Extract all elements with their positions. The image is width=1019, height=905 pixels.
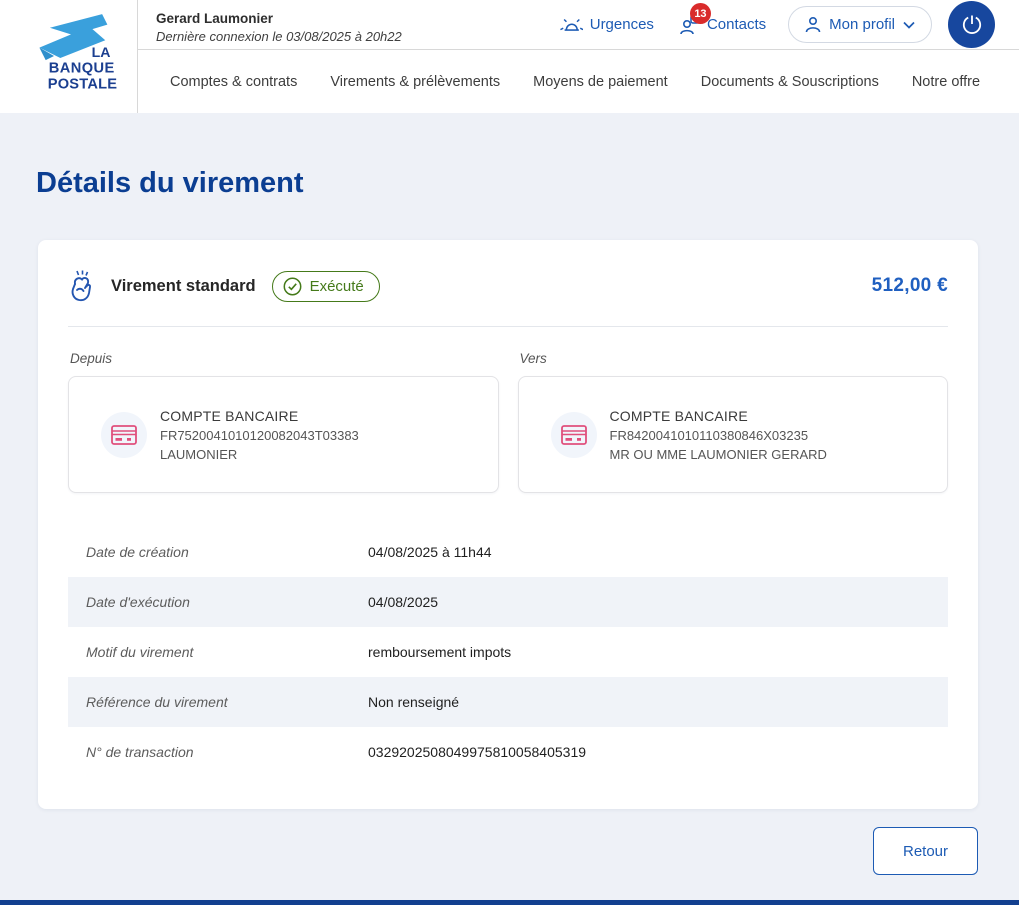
header-top-bar: Gerard Laumonier Dernière connexion le 0… <box>138 0 1019 50</box>
person-icon <box>805 16 821 33</box>
urgences-link[interactable]: Urgences <box>560 15 654 35</box>
logo-text-banque: BANQUE <box>48 60 114 76</box>
detail-row: Date d'exécution04/08/2025 <box>68 577 948 627</box>
actions-row: Retour <box>873 827 978 875</box>
la-banque-postale-logo: LA BANQUE POSTALE <box>35 11 117 103</box>
back-button[interactable]: Retour <box>873 827 978 875</box>
account-iban: FR7520041010120082043T03383 <box>160 428 359 443</box>
detail-value: remboursement impots <box>368 644 511 660</box>
power-icon <box>960 13 984 37</box>
account-holder: MR OU MME LAUMONIER GERARD <box>610 447 827 462</box>
nav-item-notre-offre[interactable]: Notre offre <box>912 74 980 90</box>
nav-item-documents-souscriptions[interactable]: Documents & Souscriptions <box>701 74 879 90</box>
check-circle-icon <box>283 277 302 296</box>
logout-power-button[interactable] <box>948 1 995 48</box>
nav-item-virements-pr-l-vements[interactable]: Virements & prélèvements <box>330 74 500 90</box>
snap-fingers-icon <box>68 270 98 302</box>
transfer-details-card: Virement standard Exécuté 512,00 € Depui… <box>38 240 978 809</box>
from-account-text: COMPTE BANCAIRE FR7520041010120082043T03… <box>160 408 359 462</box>
detail-label: Motif du virement <box>86 644 368 660</box>
details-table: Date de création04/08/2025 à 11h44Date d… <box>68 527 948 809</box>
main-nav: Comptes & contrats Virements & prélèvemen… <box>138 50 1019 113</box>
to-section-label: Vers <box>520 351 949 366</box>
detail-row: Référence du virementNon renseigné <box>68 677 948 727</box>
profile-button[interactable]: Mon profil <box>788 6 932 43</box>
detail-row: Date de création04/08/2025 à 11h44 <box>68 527 948 577</box>
chevron-down-icon <box>903 21 915 29</box>
status-label: Exécuté <box>310 278 364 295</box>
header-actions: Urgences 13 Contacts Mo <box>560 1 995 48</box>
detail-label: Date d'exécution <box>86 594 368 610</box>
transfer-type-label: Virement standard <box>111 277 256 296</box>
header: LA BANQUE POSTALE Gerard Laumonier Derni… <box>0 0 1019 113</box>
detail-value: 04/08/2025 <box>368 594 438 610</box>
footer-strip <box>0 900 1019 905</box>
page-title: Détails du virement <box>36 167 1019 200</box>
logo-container[interactable]: LA BANQUE POSTALE <box>0 0 138 113</box>
detail-value: Non renseigné <box>368 694 459 710</box>
to-account-card: COMPTE BANCAIRE FR8420041010110380846X03… <box>518 376 949 493</box>
detail-row: Motif du virementremboursement impots <box>68 627 948 677</box>
user-info: Gerard Laumonier Dernière connexion le 0… <box>156 5 402 44</box>
contacts-badge: 13 <box>690 3 711 24</box>
accounts-section: Depuis COMPTE BANCAIRE FR752004101012008… <box>38 327 978 493</box>
last-connection: Dernière connexion le 03/08/2025 à 20h22 <box>156 29 402 44</box>
bank-card-icon <box>111 425 137 445</box>
account-icon-circle <box>101 412 147 458</box>
account-type: COMPTE BANCAIRE <box>160 408 359 424</box>
urgences-label: Urgences <box>590 16 654 33</box>
detail-value: 04/08/2025 à 11h44 <box>368 544 492 560</box>
nav-item-moyens-de-paiement[interactable]: Moyens de paiement <box>533 74 668 90</box>
account-icon-circle <box>551 412 597 458</box>
detail-label: N° de transaction <box>86 744 368 760</box>
transfer-amount: 512,00 € <box>872 275 948 297</box>
from-account-card: COMPTE BANCAIRE FR7520041010120082043T03… <box>68 376 499 493</box>
user-name: Gerard Laumonier <box>156 11 402 26</box>
to-account-section: Vers COMPTE BANCAIRE FR84200410101103808… <box>518 351 949 493</box>
contacts-link[interactable]: 13 Contacts <box>680 14 766 35</box>
profile-label: Mon profil <box>829 16 895 33</box>
account-iban: FR8420041010110380846X03235 <box>610 428 827 443</box>
detail-row: N° de transaction03292025080499758100584… <box>68 727 948 777</box>
transfer-summary: Virement standard Exécuté 512,00 € <box>38 240 978 326</box>
logo-text-postale: POSTALE <box>47 76 116 92</box>
detail-label: Référence du virement <box>86 694 368 710</box>
contacts-label: Contacts <box>707 16 766 33</box>
from-section-label: Depuis <box>70 351 499 366</box>
bank-card-icon <box>561 425 587 445</box>
detail-value: 0329202508049975810058405319 <box>368 744 586 760</box>
header-right: Gerard Laumonier Dernière connexion le 0… <box>138 0 1019 113</box>
logo-text-la: LA <box>91 44 110 60</box>
status-badge: Exécuté <box>272 271 380 302</box>
nav-item-comptes-contrats[interactable]: Comptes & contrats <box>170 74 297 90</box>
alarm-icon <box>560 15 583 35</box>
to-account-text: COMPTE BANCAIRE FR8420041010110380846X03… <box>610 408 827 462</box>
account-holder: LAUMONIER <box>160 447 359 462</box>
detail-label: Date de création <box>86 544 368 560</box>
from-account-section: Depuis COMPTE BANCAIRE FR752004101012008… <box>68 351 499 493</box>
account-type: COMPTE BANCAIRE <box>610 408 827 424</box>
